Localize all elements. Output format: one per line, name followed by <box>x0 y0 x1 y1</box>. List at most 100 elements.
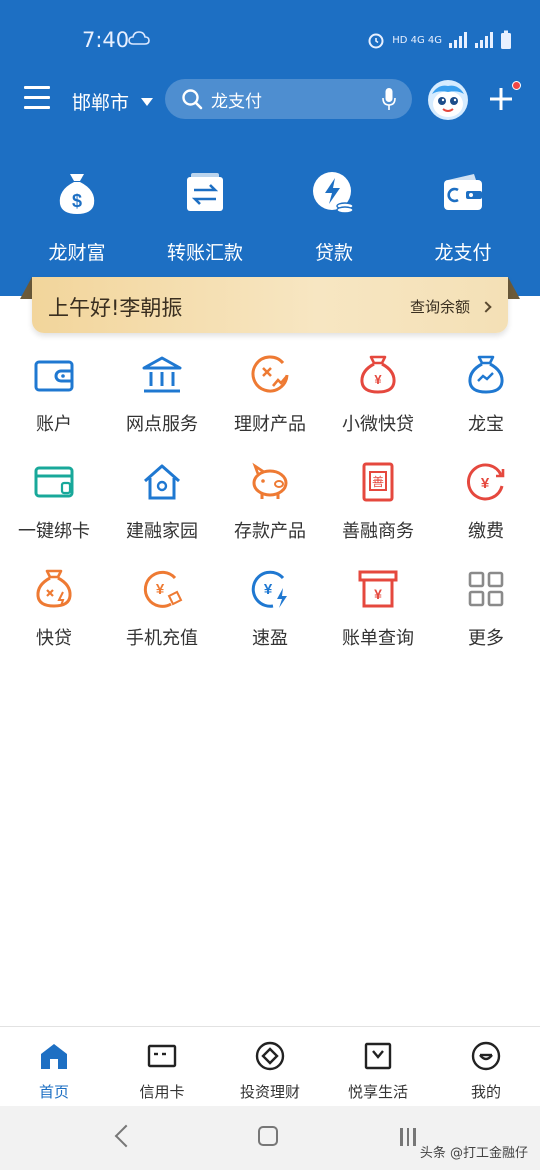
profile-icon <box>471 1041 501 1071</box>
coin-chart-icon <box>251 355 289 393</box>
service-label: 账单查询 <box>342 628 414 649</box>
service-deposit[interactable]: 存款产品 <box>216 461 324 551</box>
menu-icon[interactable] <box>24 86 50 110</box>
service-label: 更多 <box>468 628 504 649</box>
money-bag-icon: ¥ <box>360 355 396 394</box>
nav-home[interactable]: 首页 <box>0 1027 108 1107</box>
credit-card-icon <box>147 1044 177 1068</box>
card-bind-icon <box>34 466 74 498</box>
service-more[interactable]: 更多 <box>432 568 540 658</box>
invest-icon <box>255 1041 285 1071</box>
yuan-refresh-icon: ¥ <box>467 463 505 501</box>
check-balance-label: 查询余额 <box>409 298 470 316</box>
quick-action-loan[interactable]: 贷款 <box>269 170 399 265</box>
app-header: 7:40 HD 4G 4G 邯郸市 龙支付 $ 龙财富 转账汇款 贷款 龙支付 <box>0 0 540 296</box>
network-indicators: HD 4G 4G <box>392 34 442 46</box>
service-label: 龙宝 <box>468 414 504 435</box>
service-bind-card[interactable]: 一键绑卡 <box>0 461 108 551</box>
status-icons: HD 4G 4G <box>366 28 512 52</box>
nav-label: 首页 <box>38 1083 69 1101</box>
quick-action-wealth[interactable]: $ 龙财富 <box>12 170 142 265</box>
signal-icon-2 <box>475 32 493 48</box>
search-input[interactable]: 龙支付 <box>211 87 262 112</box>
quick-action-label: 转账汇款 <box>166 242 243 264</box>
service-label: 善融商务 <box>342 521 414 542</box>
nav-label: 我的 <box>470 1083 501 1101</box>
status-time: 7:40 <box>82 28 130 52</box>
plus-icon[interactable] <box>488 86 514 112</box>
shop-icon: 善 <box>362 462 394 502</box>
back-icon[interactable] <box>114 1124 138 1148</box>
city-label: 邯郸市 <box>72 92 130 114</box>
nav-invest[interactable]: 投资理财 <box>216 1027 324 1107</box>
microphone-icon[interactable] <box>382 87 396 111</box>
status-bar: 7:40 HD 4G 4G <box>0 0 540 80</box>
nav-label: 投资理财 <box>239 1083 300 1101</box>
service-label: 快贷 <box>36 628 72 649</box>
quick-actions: $ 龙财富 转账汇款 贷款 龙支付 <box>0 170 540 270</box>
nav-profile[interactable]: 我的 <box>432 1027 540 1107</box>
nav-label: 悦享生活 <box>347 1083 408 1101</box>
service-micro-loan[interactable]: ¥ 小微快贷 <box>324 354 432 444</box>
piggy-bank-icon <box>252 462 288 499</box>
service-longbao[interactable]: 龙宝 <box>432 354 540 444</box>
grid-more-icon <box>468 571 504 607</box>
home-nav-icon <box>41 1044 67 1069</box>
life-icon <box>364 1042 392 1070</box>
mascot-avatar[interactable] <box>428 80 468 120</box>
mascot-icon <box>432 85 464 117</box>
recent-apps-icon[interactable] <box>400 1128 416 1146</box>
check-balance-link[interactable]: 查询余额 <box>409 296 492 317</box>
wallet-icon <box>34 360 74 392</box>
service-label: 理财产品 <box>234 414 306 435</box>
service-branch[interactable]: 网点服务 <box>108 354 216 444</box>
service-label: 账户 <box>36 414 72 435</box>
quick-action-longpay[interactable]: 龙支付 <box>398 170 528 265</box>
service-label: 速盈 <box>252 628 288 649</box>
nav-credit-card[interactable]: 信用卡 <box>108 1027 216 1107</box>
chevron-right-icon <box>480 300 492 313</box>
service-label: 存款产品 <box>234 521 306 542</box>
top-bar: 邯郸市 龙支付 <box>0 78 540 122</box>
service-label: 手机充值 <box>126 628 198 649</box>
service-account[interactable]: 账户 <box>0 354 108 444</box>
quick-action-label: 贷款 <box>314 242 353 264</box>
alarm-icon <box>368 33 384 49</box>
svg-text:¥: ¥ <box>156 581 165 598</box>
service-home[interactable]: 建融家园 <box>108 461 216 551</box>
money-bag-icon: $ <box>59 174 95 214</box>
service-bill-query[interactable]: ¥ 账单查询 <box>324 568 432 658</box>
search-icon <box>182 89 203 110</box>
service-payment[interactable]: ¥ 缴费 <box>432 461 540 551</box>
battery-icon <box>501 30 511 49</box>
search-box[interactable]: 龙支付 <box>165 79 412 119</box>
service-label: 一键绑卡 <box>18 521 90 542</box>
service-label: 网点服务 <box>126 414 198 435</box>
bottom-nav: 首页 信用卡 投资理财 悦享生活 我的 <box>0 1026 540 1106</box>
service-label: 缴费 <box>468 521 504 542</box>
greeting-text: 上午好!李朝振 <box>48 296 183 320</box>
svg-text:善: 善 <box>372 474 384 489</box>
dragon-bag-icon <box>468 355 504 394</box>
quick-action-label: 龙支付 <box>434 242 492 264</box>
banner-fold-right <box>508 277 520 299</box>
phone-topup-icon: ¥ <box>143 570 183 608</box>
transfer-icon <box>187 173 223 211</box>
service-suying[interactable]: ¥ 速盈 <box>216 568 324 658</box>
cloud-icon <box>128 31 150 45</box>
service-shanrong[interactable]: 善 善融商务 <box>324 461 432 551</box>
svg-text:¥: ¥ <box>481 475 490 492</box>
home-button-icon[interactable] <box>258 1126 278 1146</box>
service-quick-loan[interactable]: 快贷 <box>0 568 108 658</box>
quick-action-transfer[interactable]: 转账汇款 <box>140 170 270 265</box>
caret-down-icon <box>141 97 154 106</box>
nav-life[interactable]: 悦享生活 <box>324 1027 432 1107</box>
bill-icon: ¥ <box>358 570 398 608</box>
service-wealth-products[interactable]: 理财产品 <box>216 354 324 444</box>
city-selector[interactable]: 邯郸市 <box>72 88 154 115</box>
loan-icon <box>313 172 354 214</box>
service-phone-topup[interactable]: ¥ 手机充值 <box>108 568 216 658</box>
svg-text:$: $ <box>72 191 82 211</box>
bank-icon <box>142 356 182 393</box>
system-nav-bar: 头条 @打工金融仔 <box>0 1106 540 1170</box>
